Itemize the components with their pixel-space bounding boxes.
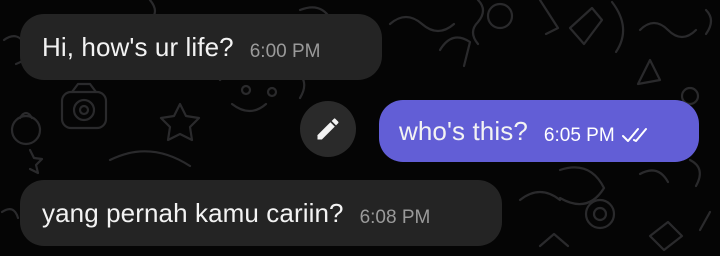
message-text: Hi, how's ur life? — [42, 31, 234, 62]
message-text: yang pernah kamu cariin? — [42, 197, 344, 228]
message-timestamp: 6:00 PM — [249, 41, 321, 62]
pencil-icon — [317, 118, 339, 140]
message-text: who's this? — [399, 115, 528, 146]
message-timestamp: 6:08 PM — [359, 207, 431, 228]
outgoing-message[interactable]: who's this? 6:05 PM — [379, 100, 699, 162]
incoming-message[interactable]: yang pernah kamu cariin? 6:08 PM — [20, 180, 502, 246]
incoming-message[interactable]: Hi, how's ur life? 6:00 PM — [20, 14, 382, 80]
chat-screen: Hi, how's ur life? 6:00 PM who's this? 6… — [0, 0, 720, 256]
double-check-icon — [621, 126, 653, 149]
message-timestamp: 6:05 PM — [543, 125, 615, 146]
edit-button[interactable] — [300, 101, 356, 157]
